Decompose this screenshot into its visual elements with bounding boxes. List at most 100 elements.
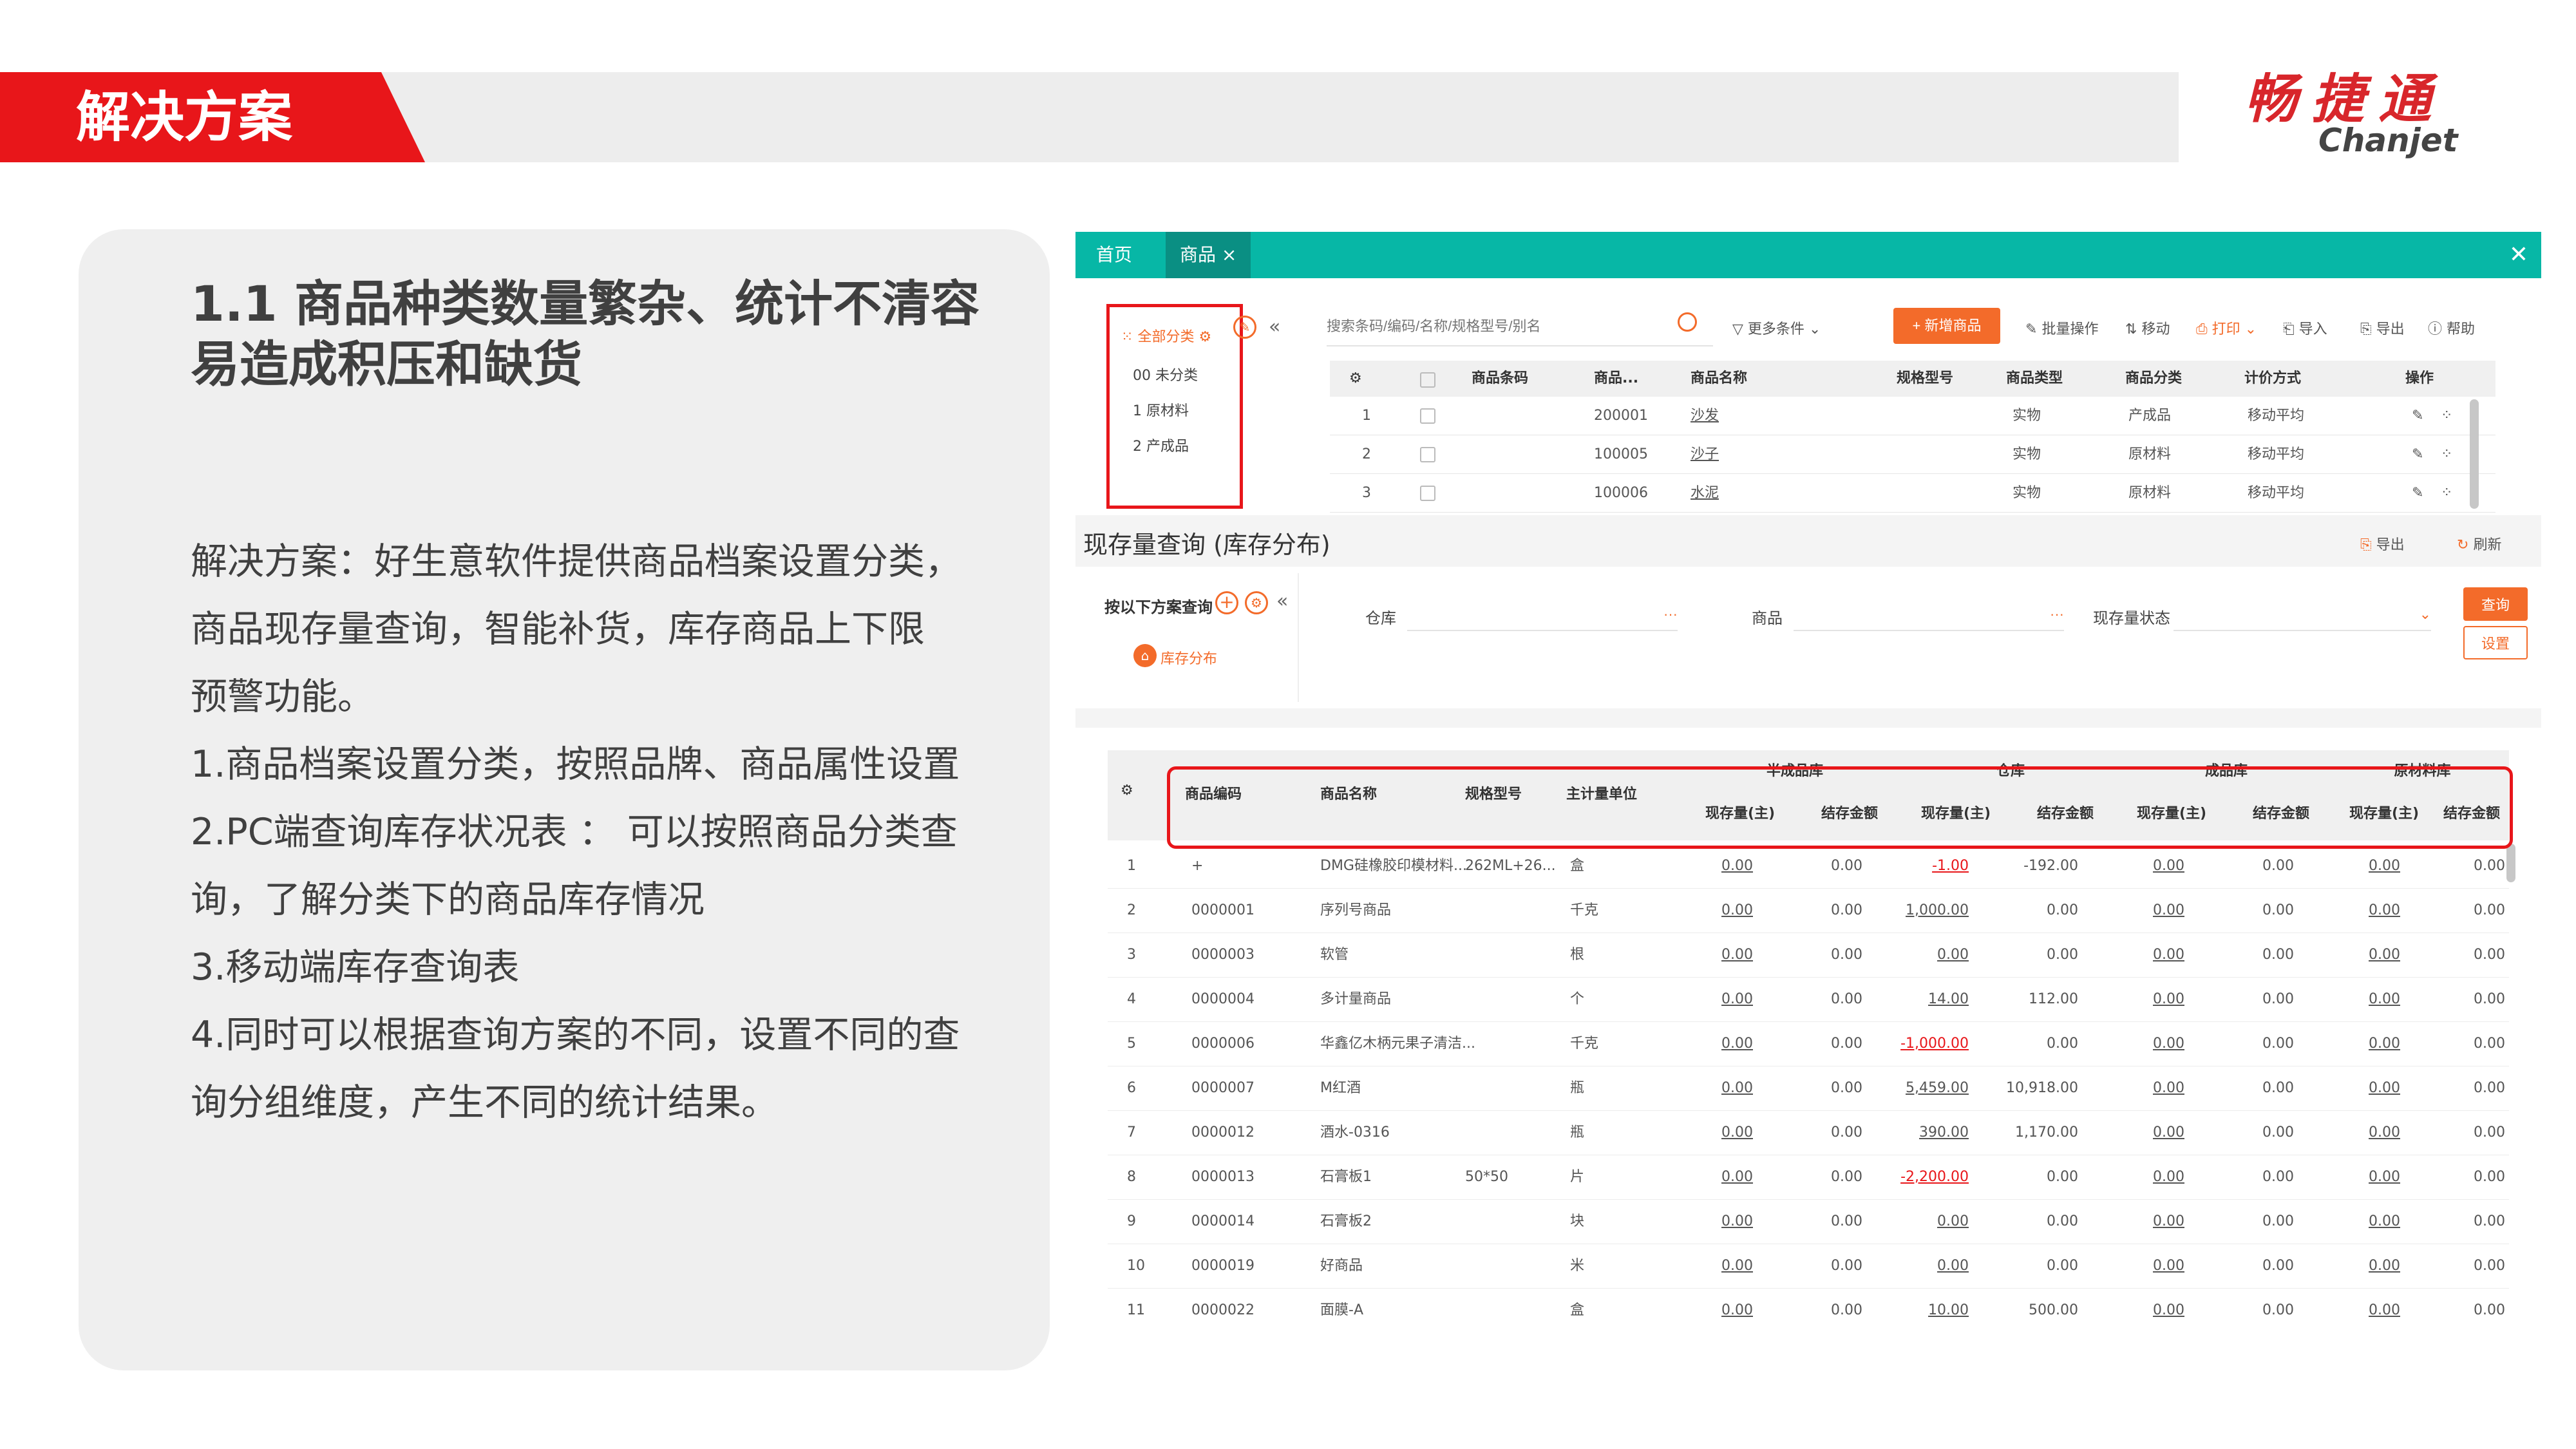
stock-quantity-link[interactable]: -2,200.00 bbox=[1891, 1155, 1969, 1200]
stock-quantity-link[interactable]: 0.00 bbox=[2323, 888, 2400, 933]
stock-quantity-link[interactable]: 0.00 bbox=[2107, 1066, 2184, 1111]
category-item[interactable]: 2 产成品 bbox=[1133, 435, 1189, 455]
stock-quantity-link[interactable]: 0.00 bbox=[1891, 1199, 1969, 1244]
stock-status-select[interactable] bbox=[2174, 599, 2431, 631]
row-checkbox[interactable] bbox=[1420, 408, 1435, 424]
stock-quantity-link[interactable]: 0.00 bbox=[2323, 977, 2400, 1022]
stock-quantity-link[interactable]: 0.00 bbox=[2107, 1021, 2184, 1066]
tab-home[interactable]: 首页 bbox=[1082, 232, 1146, 278]
stock-quantity-link[interactable]: 0.00 bbox=[1676, 1155, 1753, 1200]
table-row[interactable]: 9 0000014 石膏板2 块 0.00 0.00 0.00 0.00 0.00 0.00 0.0… bbox=[1108, 1199, 2509, 1244]
stock-quantity-link[interactable]: 14.00 bbox=[1891, 977, 1969, 1022]
table-row[interactable]: 3 0000003 软管 根 0.00 0.00 0.00 0.00 0.00 0.00 0.00 0… bbox=[1108, 933, 2509, 978]
table-row[interactable]: 10 0000019 好商品 米 0.00 0.00 0.00 0.00 0.00 0.00 0.0… bbox=[1108, 1244, 2509, 1289]
stock-quantity-link[interactable]: 0.00 bbox=[2107, 977, 2184, 1022]
stock-quantity-link[interactable]: 0.00 bbox=[2323, 1021, 2400, 1066]
stock-quantity-link[interactable]: 0.00 bbox=[1891, 933, 1969, 978]
edit-icon[interactable]: ✎ bbox=[1233, 316, 1256, 339]
scrollbar[interactable] bbox=[2470, 399, 2479, 509]
stock-quantity-link[interactable]: 0.00 bbox=[2323, 844, 2400, 889]
settings-button[interactable]: 设置 bbox=[2463, 626, 2528, 659]
table-row[interactable]: 2 0000001 序列号商品 千克 0.00 0.00 1,000.00 0.00 0.00 0… bbox=[1108, 888, 2509, 933]
table-row[interactable]: 6 0000007 M红酒 瓶 0.00 0.00 5,459.00 10,918.00 0.0… bbox=[1108, 1066, 2509, 1111]
table-row[interactable]: 1 + DMG硅橡胶印模材料... 262ML+26... 盒 0.00 0.00 -1.00… bbox=[1108, 844, 2509, 889]
column-header[interactable]: 商品类型 bbox=[2006, 361, 2063, 397]
stock-quantity-link[interactable]: 0.00 bbox=[2323, 1288, 2400, 1327]
import-button[interactable]: ⎗ 导入 bbox=[2283, 317, 2327, 338]
category-item[interactable]: 00 未分类 bbox=[1133, 364, 1198, 384]
tab-goods[interactable]: 商品 × bbox=[1166, 232, 1251, 278]
stock-quantity-link[interactable]: 0.00 bbox=[1676, 1066, 1753, 1111]
stock-quantity-link[interactable]: 390.00 bbox=[1891, 1110, 1969, 1155]
table-row[interactable]: 3 100006 水泥 实物 原材料 移动平均 ✎ ⁘ bbox=[1330, 474, 2496, 513]
column-header[interactable]: 规格型号 bbox=[1897, 361, 1953, 397]
goods-input[interactable] bbox=[1794, 599, 2064, 631]
close-icon[interactable]: ✕ bbox=[2509, 232, 2528, 278]
stock-quantity-link[interactable]: 0.00 bbox=[1676, 1110, 1753, 1155]
collapse-icon[interactable]: « bbox=[1276, 590, 1288, 612]
stock-quantity-link[interactable]: 0.00 bbox=[2107, 1199, 2184, 1244]
stock-quantity-link[interactable]: 0.00 bbox=[2107, 844, 2184, 889]
stock-quantity-link[interactable]: 0.00 bbox=[1676, 933, 1753, 978]
stock-quantity-link[interactable]: 5,459.00 bbox=[1891, 1066, 1969, 1111]
stock-quantity-link[interactable]: 0.00 bbox=[2323, 1110, 2400, 1155]
stock-quantity-link[interactable]: 0.00 bbox=[2323, 1244, 2400, 1289]
stock-quantity-link[interactable]: 0.00 bbox=[1676, 977, 1753, 1022]
table-row[interactable]: 5 0000006 华鑫亿木柄元果子清洁... 千克 0.00 0.00 -1,000.00… bbox=[1108, 1021, 2509, 1066]
stock-quantity-link[interactable]: 0.00 bbox=[2107, 1155, 2184, 1200]
stock-quantity-link[interactable]: 0.00 bbox=[1676, 1199, 1753, 1244]
settings-icon[interactable]: ⚙ bbox=[1121, 782, 1133, 799]
inventory-refresh-button[interactable]: ↻ 刷新 bbox=[2457, 533, 2501, 554]
batch-operation-button[interactable]: ✎ 批量操作 bbox=[2025, 317, 2098, 338]
stock-quantity-link[interactable]: -1.00 bbox=[1891, 844, 1969, 889]
row-checkbox[interactable] bbox=[1420, 486, 1435, 501]
stock-quantity-link[interactable]: 0.00 bbox=[1676, 1021, 1753, 1066]
table-row[interactable]: 11 0000022 面膜-A 盒 0.00 0.00 10.00 500.00 0.00 0.0… bbox=[1108, 1288, 2509, 1327]
table-row[interactable]: 4 0000004 多计量商品 个 0.00 0.00 14.00 112.00 0.00 0.0… bbox=[1108, 977, 2509, 1022]
row-checkbox[interactable] bbox=[1420, 447, 1435, 462]
stock-quantity-link[interactable]: 0.00 bbox=[2323, 1199, 2400, 1244]
stock-quantity-link[interactable]: 0.00 bbox=[2107, 888, 2184, 933]
stock-quantity-link[interactable]: 0.00 bbox=[2323, 933, 2400, 978]
export-button[interactable]: ⎘ 导出 bbox=[2360, 317, 2405, 338]
stock-quantity-link[interactable]: 10.00 bbox=[1891, 1288, 1969, 1327]
warehouse-input[interactable] bbox=[1407, 599, 1678, 631]
close-icon[interactable]: × bbox=[1222, 244, 1236, 265]
column-header[interactable]: 计价方式 bbox=[2244, 361, 2301, 397]
stock-quantity-link[interactable]: 0.00 bbox=[2107, 1288, 2184, 1327]
stock-quantity-link[interactable]: 0.00 bbox=[1676, 1288, 1753, 1327]
stock-quantity-link[interactable]: 0.00 bbox=[1676, 1244, 1753, 1289]
column-header[interactable]: 商品... bbox=[1594, 361, 1638, 397]
add-goods-button[interactable]: + 新增商品 bbox=[1893, 308, 2000, 344]
stock-quantity-link[interactable]: 0.00 bbox=[1676, 888, 1753, 933]
search-input[interactable] bbox=[1327, 308, 1713, 346]
table-row[interactable]: 8 0000013 石膏板1 50*50 片 0.00 0.00 -2,200.00 0.00 0… bbox=[1108, 1155, 2509, 1200]
gear-icon[interactable]: ⚙ bbox=[1245, 591, 1268, 614]
stock-quantity-link[interactable]: 0.00 bbox=[1676, 844, 1753, 889]
stock-quantity-link[interactable]: 0.00 bbox=[1891, 1244, 1969, 1289]
stock-quantity-link[interactable]: 0.00 bbox=[2107, 1110, 2184, 1155]
search-icon[interactable] bbox=[1678, 312, 1697, 332]
category-item[interactable]: 1 原材料 bbox=[1133, 399, 1189, 420]
stock-quantity-link[interactable]: -1,000.00 bbox=[1891, 1021, 1969, 1066]
stock-quantity-link[interactable]: 0.00 bbox=[2107, 933, 2184, 978]
stock-quantity-link[interactable]: 1,000.00 bbox=[1891, 888, 1969, 933]
stock-quantity-link[interactable]: 0.00 bbox=[2107, 1244, 2184, 1289]
gear-icon[interactable]: ⚙ bbox=[1198, 329, 1211, 345]
settings-icon[interactable]: ⚙ bbox=[1349, 361, 1362, 397]
table-row[interactable]: 2 100005 沙子 实物 原材料 移动平均 ✎ ⁘ bbox=[1330, 435, 2496, 474]
column-header[interactable]: 商品名称 bbox=[1690, 361, 1747, 397]
more-icon[interactable]: ⁘ bbox=[2441, 397, 2452, 435]
inventory-export-button[interactable]: ⎘ 导出 bbox=[2360, 533, 2405, 554]
more-icon[interactable]: ⁘ bbox=[2441, 474, 2452, 513]
edit-icon[interactable]: ✎ bbox=[2412, 474, 2423, 513]
distribution-scheme[interactable]: 库存分布 bbox=[1160, 647, 1217, 668]
table-row[interactable]: 1 200001 沙发 实物 产成品 移动平均 ✎ ⁘ bbox=[1330, 397, 2496, 435]
print-button[interactable]: ⎙ 打印 ⌄ bbox=[2196, 317, 2257, 338]
add-icon[interactable]: + bbox=[1215, 591, 1238, 614]
column-header[interactable]: 商品条码 bbox=[1472, 361, 1528, 397]
stock-quantity-link[interactable]: 0.00 bbox=[2323, 1155, 2400, 1200]
goods-name-link[interactable]: 沙子 bbox=[1690, 435, 1719, 474]
collapse-icon[interactable]: « bbox=[1269, 316, 1280, 338]
scrollbar[interactable] bbox=[2506, 844, 2515, 882]
